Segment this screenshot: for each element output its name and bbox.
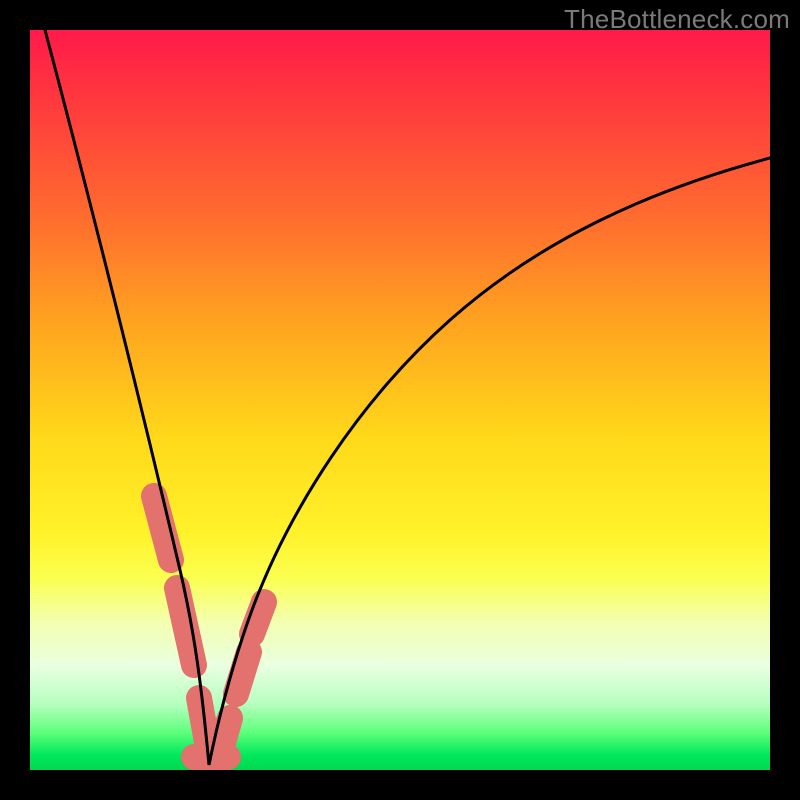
curve-path — [45, 30, 770, 765]
highlight-seg — [236, 652, 249, 694]
bottleneck-curve — [30, 30, 770, 770]
highlight-seg — [221, 718, 230, 750]
highlight-seg — [154, 496, 171, 560]
chart-frame: TheBottleneck.com — [0, 0, 800, 800]
highlight-segments — [154, 496, 264, 766]
plot-area — [30, 30, 770, 770]
